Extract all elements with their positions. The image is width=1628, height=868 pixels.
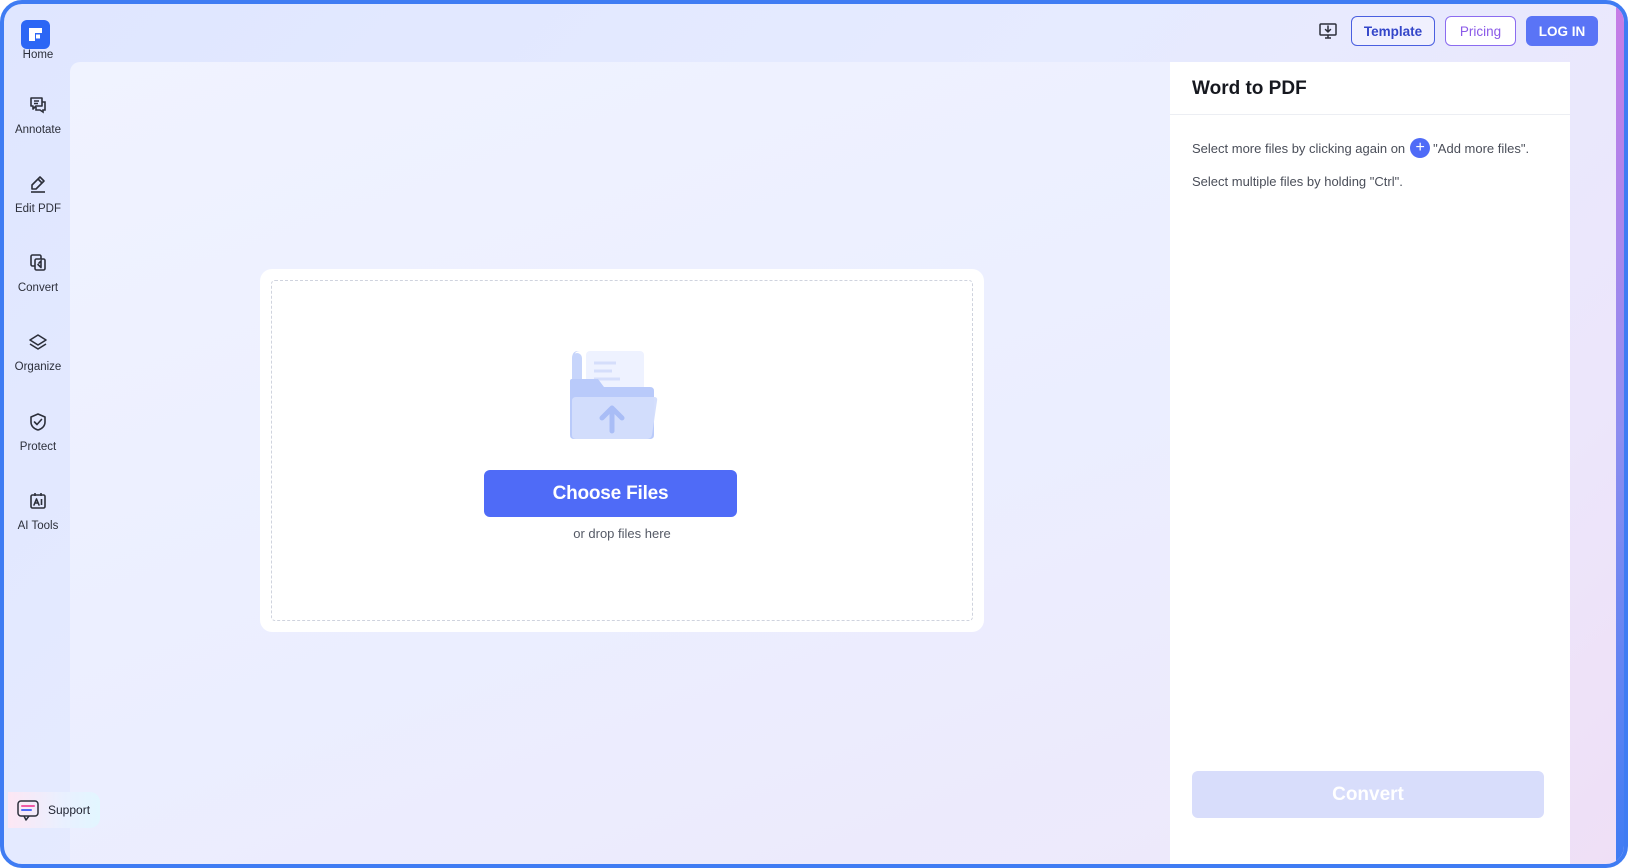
protect-icon (30, 413, 46, 431)
sidebar-item-convert[interactable]: Convert (4, 252, 72, 294)
multi-select-instruction: Select multiple files by holding "Ctrl". (1192, 174, 1403, 189)
sidebar-item-ai-tools[interactable]: AI Tools (4, 490, 72, 532)
panel-title: Word to PDF (1192, 78, 1307, 99)
ai-tools-icon (30, 493, 46, 509)
sidebar-item-label: AI Tools (17, 520, 59, 532)
choose-files-button[interactable]: Choose Files (484, 470, 737, 517)
drop-hint-text: or drop files here (573, 526, 671, 541)
sidebar-item-label: Home (22, 49, 54, 61)
main-area: Choose Files or drop files here (70, 62, 1170, 864)
sidebar-item-label: Annotate (14, 124, 62, 136)
add-more-files-instruction: Select more files by clicking again on +… (1192, 138, 1529, 158)
support-label: Support (48, 803, 91, 817)
folder-upload-icon (570, 351, 658, 439)
panel-divider (1170, 114, 1570, 115)
sidebar: Home Annotate Edit PDF Convert Organize … (4, 4, 72, 864)
sidebar-item-label: Edit PDF (14, 203, 61, 215)
app-window: Home Annotate Edit PDF Convert Organize … (0, 0, 1628, 868)
sidebar-item-label: Organize (14, 361, 62, 373)
logo-icon (21, 20, 50, 49)
organize-icon (29, 334, 47, 350)
upload-card: Choose Files or drop files here (260, 269, 984, 632)
annotate-icon (30, 97, 46, 114)
sidebar-item-annotate[interactable]: Annotate (4, 94, 72, 136)
file-drop-zone[interactable] (271, 280, 973, 621)
instruction-text: "Add more files". (1433, 140, 1530, 156)
pricing-button[interactable]: Pricing (1445, 16, 1516, 46)
support-chat-icon (17, 800, 39, 821)
top-bar: Template Pricing LOG IN (1317, 16, 1598, 46)
add-more-files-plus-icon: + (1410, 138, 1431, 158)
sidebar-item-protect[interactable]: Protect (4, 411, 72, 453)
instruction-text: Select more files by clicking again on (1192, 140, 1406, 156)
convert-icon (30, 254, 46, 271)
login-button[interactable]: LOG IN (1526, 16, 1598, 46)
convert-button[interactable]: Convert (1192, 771, 1544, 818)
desktop-download-icon[interactable] (1317, 20, 1339, 42)
sidebar-item-organize[interactable]: Organize (4, 331, 72, 373)
tool-panel: Word to PDF Select more files by clickin… (1170, 62, 1570, 864)
sidebar-item-label: Protect (19, 441, 57, 453)
edit-pdf-icon (31, 176, 45, 193)
sidebar-item-edit-pdf[interactable]: Edit PDF (4, 173, 72, 215)
support-button[interactable]: Support (8, 792, 100, 828)
sidebar-item-label: Convert (17, 282, 59, 294)
template-button[interactable]: Template (1351, 16, 1435, 46)
